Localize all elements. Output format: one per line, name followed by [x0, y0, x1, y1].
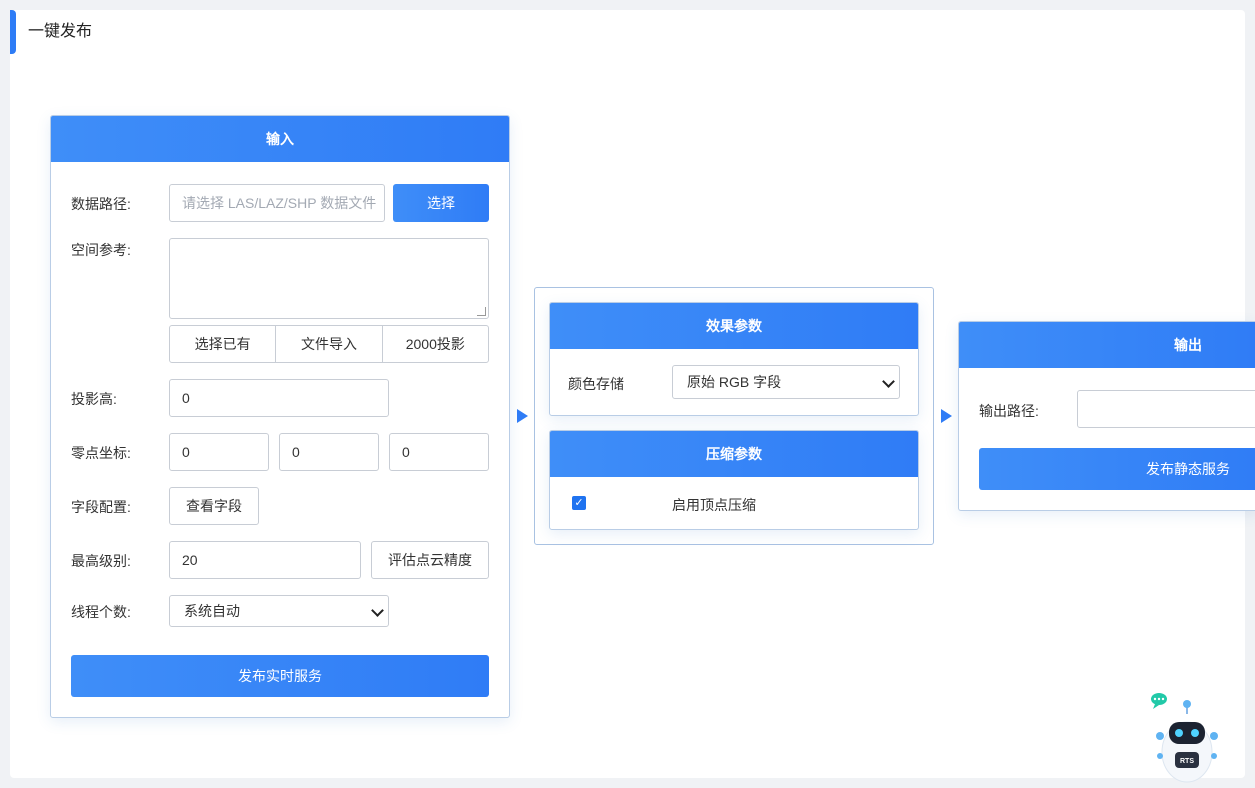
max-level-input[interactable]: 20	[169, 541, 361, 579]
output-path-input[interactable]	[1077, 390, 1255, 428]
spatial-ref-textarea[interactable]	[169, 238, 489, 319]
proj-height-input[interactable]: 0	[169, 379, 389, 417]
output-path-label: 输出路径:	[979, 403, 1039, 419]
origin-label: 零点坐标:	[71, 445, 131, 461]
data-path-input[interactable]: 请选择 LAS/LAZ/SHP 数据文件	[169, 184, 385, 222]
spatial-ref-label: 空间参考:	[71, 242, 131, 258]
compress-card-header: 压缩参数	[550, 431, 918, 477]
select-data-button[interactable]: 选择	[393, 184, 489, 222]
vertex-compress-label: 启用顶点压缩	[672, 497, 756, 513]
publish-static-button[interactable]: 发布静态服务	[979, 448, 1255, 490]
threads-label: 线程个数:	[71, 604, 131, 620]
threads-select[interactable]: 系统自动	[169, 595, 389, 627]
file-import-button[interactable]: 文件导入	[276, 326, 383, 362]
select-existing-button[interactable]: 选择已有	[170, 326, 277, 362]
projection-2000-button[interactable]: 2000投影	[383, 326, 488, 362]
publish-realtime-button[interactable]: 发布实时服务	[71, 655, 489, 697]
robot-badge: RTS	[1180, 758, 1194, 765]
input-card: 输入 数据路径: 请选择 LAS/LAZ/SHP 数据文件 选择 空间参考: 选…	[50, 115, 510, 718]
chevron-down-icon	[882, 375, 895, 388]
page-title: 一键发布	[10, 10, 92, 54]
origin-z-input[interactable]: 0	[389, 433, 489, 471]
color-storage-selected-value: 原始 RGB 字段	[687, 374, 782, 390]
effect-card-header: 效果参数	[550, 303, 918, 349]
resize-handle-icon[interactable]	[477, 307, 486, 316]
effect-card: 效果参数 颜色存储 原始 RGB 字段	[549, 302, 919, 416]
output-card-header: 输出	[959, 322, 1255, 368]
input-card-header: 输入	[51, 116, 509, 162]
robot-assistant-icon[interactable]: RTS	[1145, 690, 1219, 786]
max-level-label: 最高级别:	[71, 553, 131, 569]
page-container: 一键发布 输入 数据路径: 请选择 LAS/LAZ/SHP 数据文件 选择 空间…	[10, 10, 1255, 778]
color-storage-select[interactable]: 原始 RGB 字段	[672, 365, 900, 399]
compress-card: 压缩参数 ✓ 启用顶点压缩	[549, 430, 919, 530]
output-card: 输出 输出路径: 发布静态服务	[958, 321, 1255, 511]
color-storage-label: 颜色存储	[568, 376, 624, 392]
flow-arrow-icon	[517, 409, 528, 423]
spatial-ref-button-group: 选择已有 文件导入 2000投影	[169, 325, 489, 363]
proj-height-label: 投影高:	[71, 391, 117, 407]
chevron-down-icon	[371, 604, 384, 617]
threads-selected-value: 系统自动	[184, 603, 240, 619]
view-fields-button[interactable]: 查看字段	[169, 487, 259, 525]
origin-x-input[interactable]: 0	[169, 433, 269, 471]
fields-label: 字段配置:	[71, 499, 131, 515]
flow-arrow-icon	[941, 409, 952, 423]
vertex-compress-checkbox[interactable]: ✓	[572, 496, 586, 510]
evaluate-precision-button[interactable]: 评估点云精度	[371, 541, 489, 579]
origin-y-input[interactable]: 0	[279, 433, 379, 471]
data-path-label: 数据路径:	[71, 196, 131, 212]
